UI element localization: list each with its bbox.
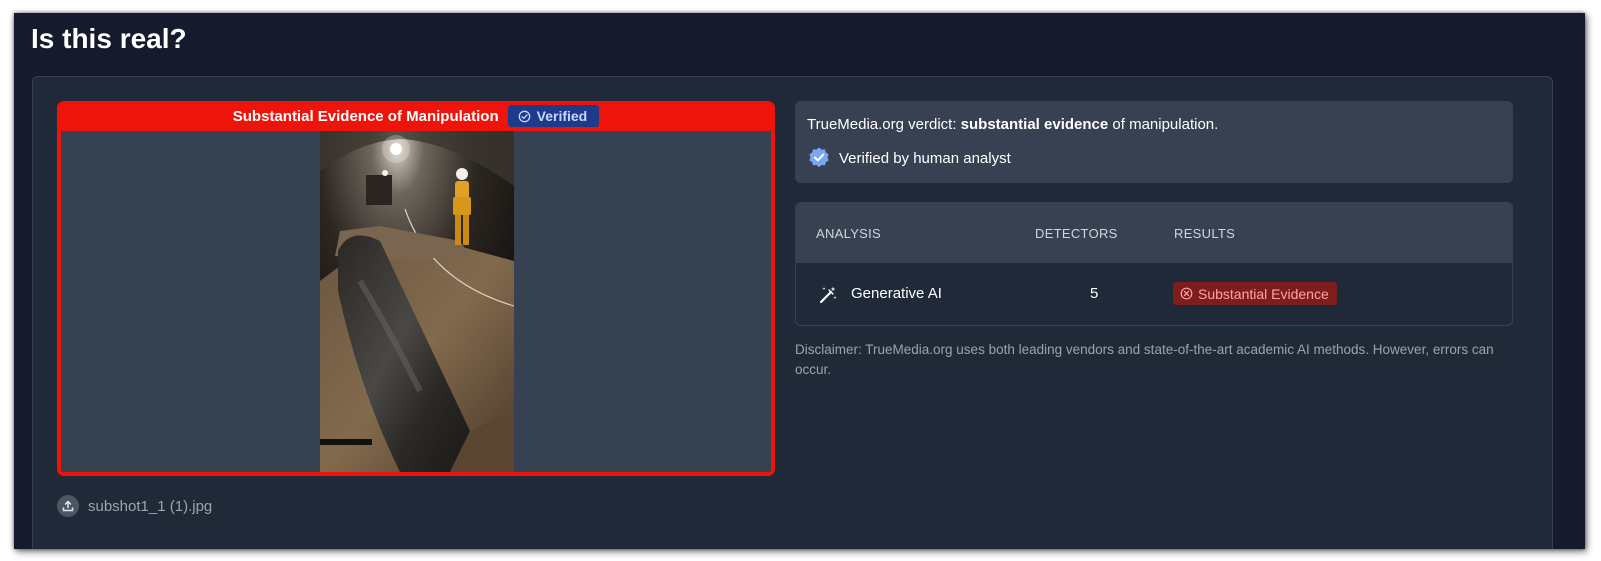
verdict-suffix: of manipulation. xyxy=(1108,116,1219,133)
result-label: Substantial Evidence xyxy=(1198,285,1329,302)
frame-header: Substantial Evidence of Manipulation Ver… xyxy=(57,101,775,131)
file-info: subshot1_1 (1).jpg xyxy=(57,495,212,517)
app-window: Is this real? Substantial Evidence of Ma… xyxy=(14,13,1585,549)
disclaimer-text: Disclaimer: TrueMedia.org uses both lead… xyxy=(795,342,1494,377)
human-verified-label: Verified by human analyst xyxy=(839,149,1011,167)
header-detectors: DETECTORS xyxy=(1035,226,1118,241)
result-card: Substantial Evidence of Manipulation Ver… xyxy=(32,76,1553,549)
media-preview xyxy=(61,131,771,472)
analysis-table: ANALYSIS DETECTORS RESULTS Generative AI… xyxy=(795,202,1513,326)
check-circle-icon xyxy=(518,110,530,122)
media-verdict-frame: Substantial Evidence of Manipulation Ver… xyxy=(57,101,775,476)
verified-seal-icon xyxy=(809,147,829,168)
uploaded-image[interactable] xyxy=(320,131,514,472)
header-results: RESULTS xyxy=(1174,226,1236,241)
page-title: Is this real? xyxy=(31,23,187,54)
verdict-summary: TrueMedia.org verdict: substantial evide… xyxy=(795,101,1513,183)
verdict-text: TrueMedia.org verdict: substantial evide… xyxy=(807,116,1218,133)
upload-icon xyxy=(57,495,79,517)
magic-wand-icon xyxy=(819,286,837,304)
detector-count: 5 xyxy=(1090,285,1099,302)
verified-badge-label: Verified xyxy=(536,108,588,124)
analysis-name: Generative AI xyxy=(851,285,942,302)
verdict-strong: substantial evidence xyxy=(960,116,1109,133)
verdict-label: Substantial Evidence of Manipulation xyxy=(232,107,499,125)
header-analysis: ANALYSIS xyxy=(816,226,882,241)
table-row[interactable]: Generative AI 5 Substantial Evidence xyxy=(796,263,1512,325)
verified-badge: Verified xyxy=(507,105,600,127)
x-circle-icon xyxy=(1180,287,1193,300)
verdict-prefix: TrueMedia.org verdict: xyxy=(807,116,961,133)
table-header: ANALYSIS DETECTORS RESULTS xyxy=(796,203,1512,263)
human-verified-row: Verified by human analyst xyxy=(807,146,1011,170)
file-name: subshot1_1 (1).jpg xyxy=(88,497,213,515)
result-badge: Substantial Evidence xyxy=(1173,282,1337,305)
